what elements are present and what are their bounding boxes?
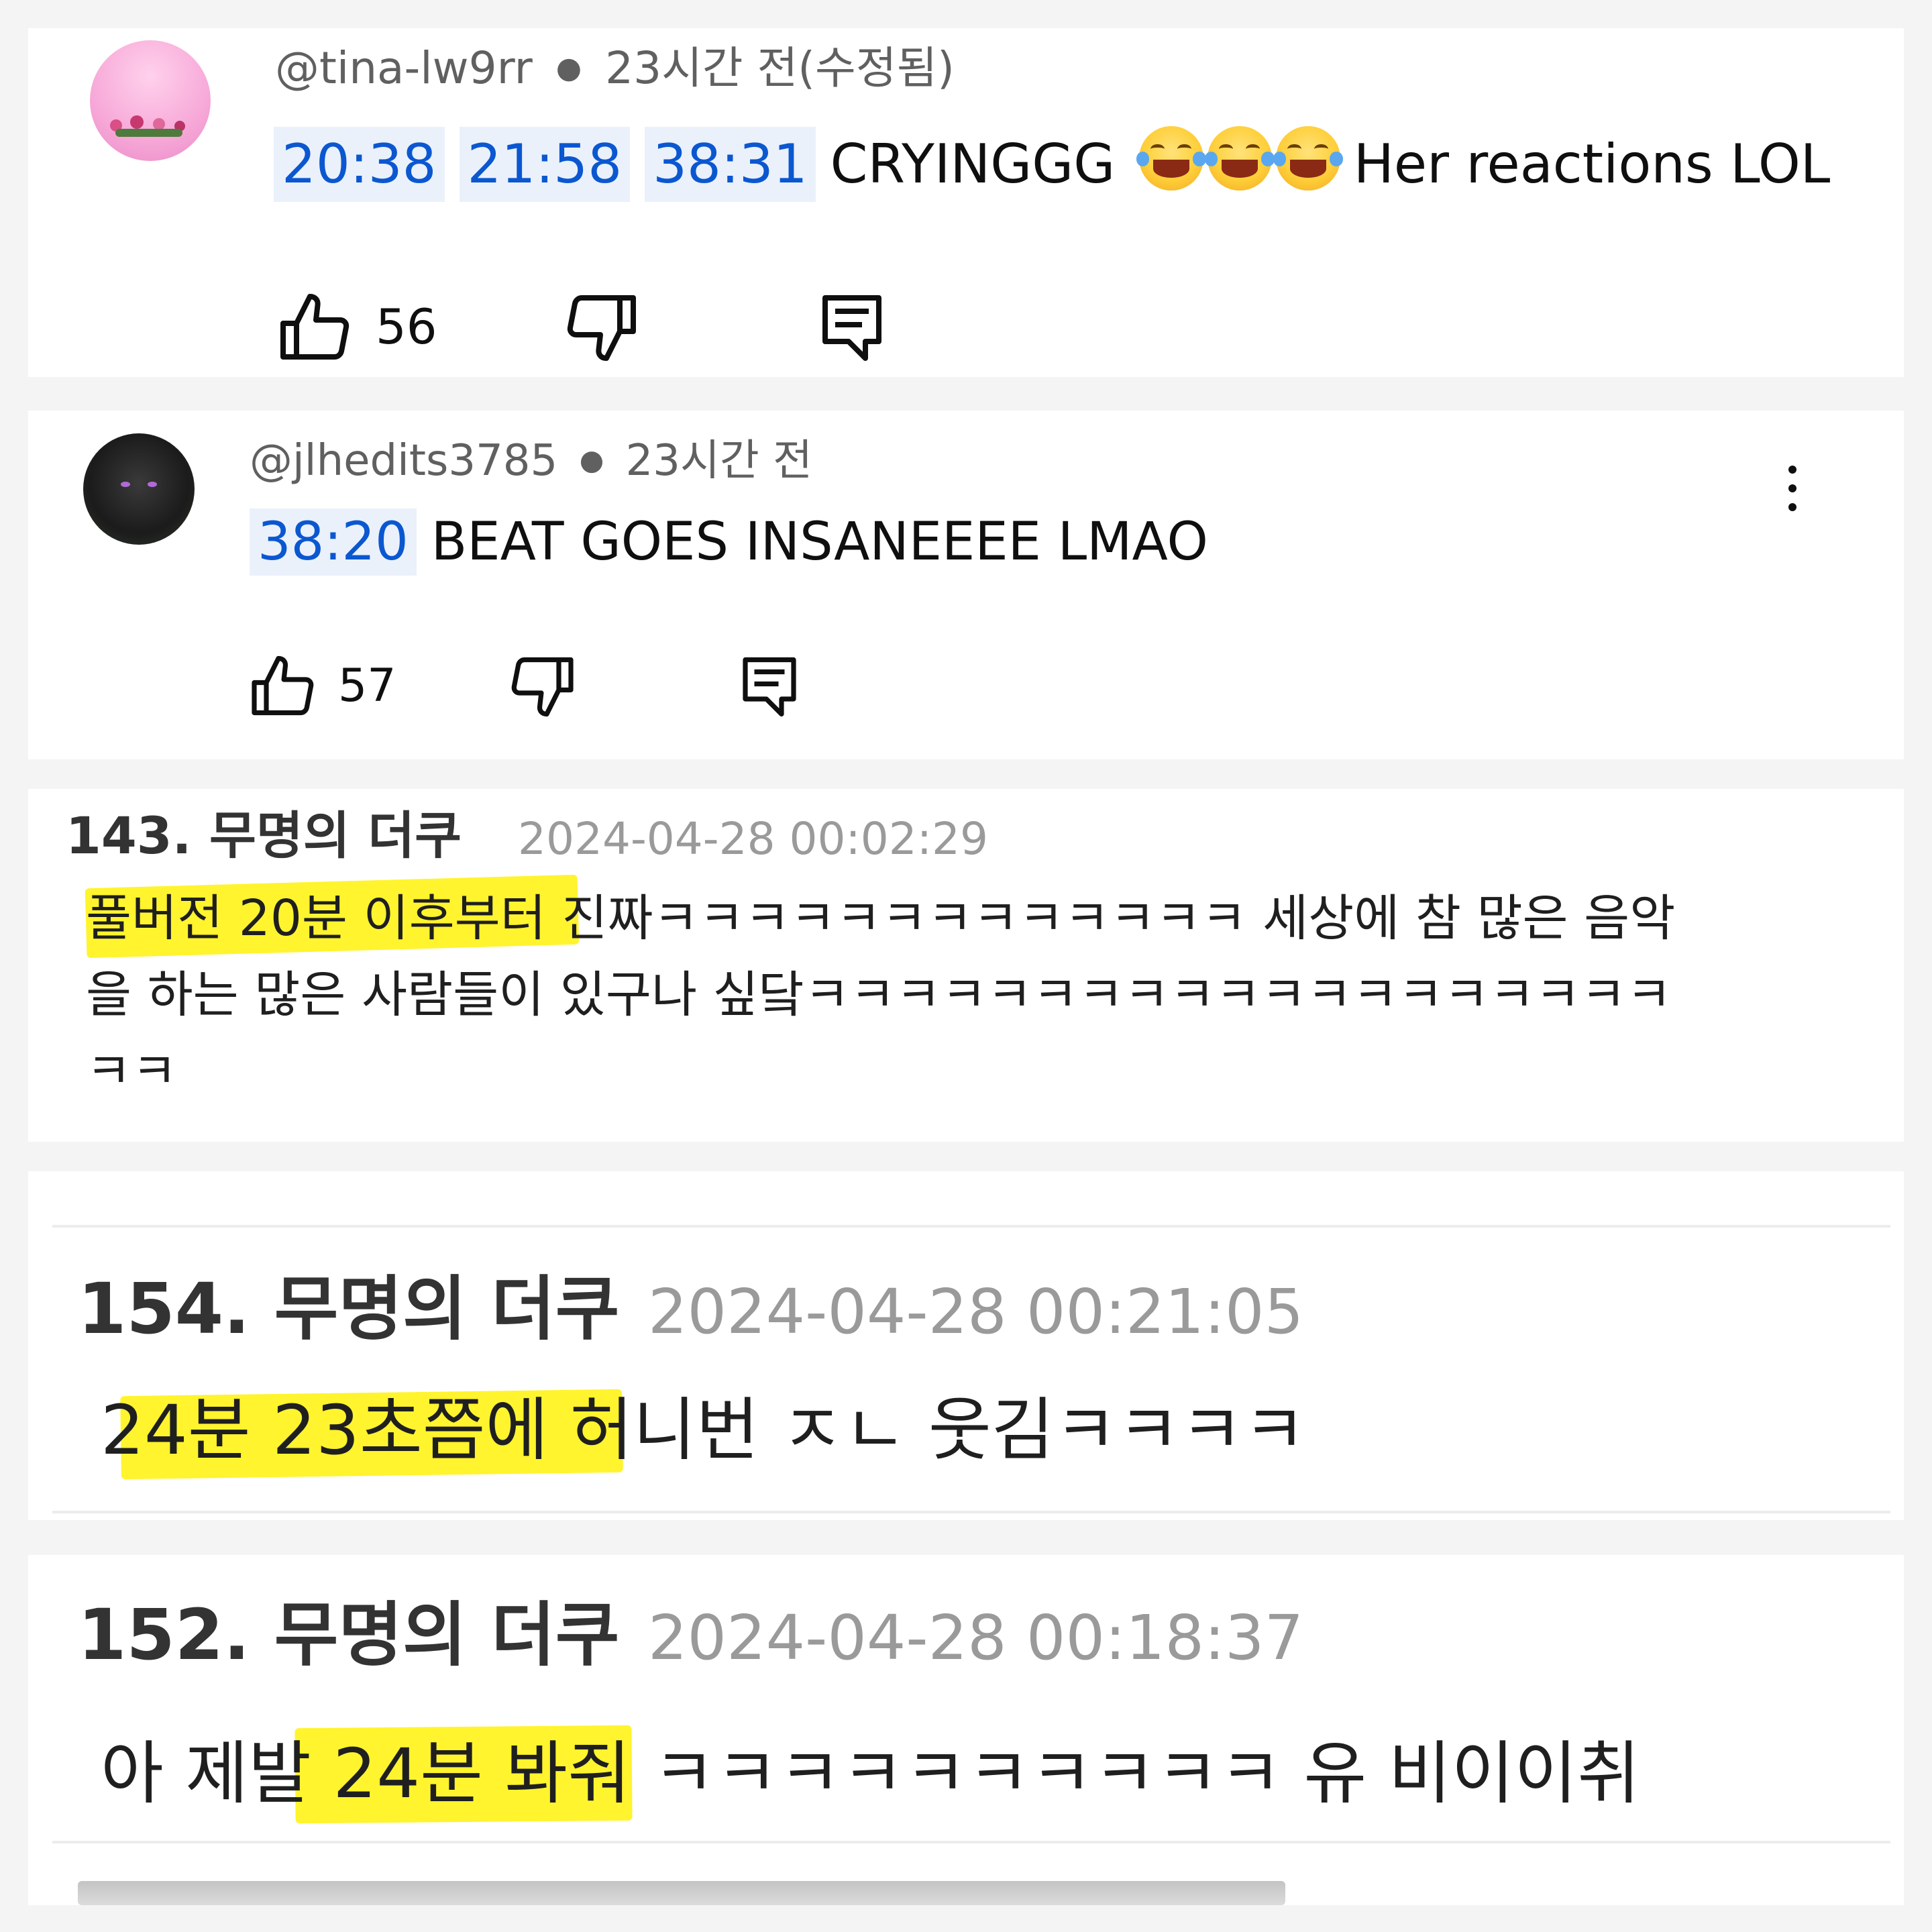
panther-eye [148, 482, 157, 487]
post-text: 24분 23초쯤에 허니번 ㅈㄴ 웃김ㅋㅋㅋㅋ [101, 1391, 1306, 1470]
dislike-icon[interactable] [559, 291, 640, 365]
comment-text-part: BEAT GOES INSANEEEE LMAO [431, 512, 1208, 572]
post-date: 2024-04-28 00:02:29 [518, 813, 988, 865]
comment-time: 23시간 전 [625, 436, 812, 486]
panther-eye [121, 482, 130, 487]
more-options-button[interactable] [1772, 458, 1813, 525]
post-line: 풀버전 20분 이후부터 진짜ㅋㅋㅋㅋㅋㅋㅋㅋㅋㅋㅋㅋㅋ 세상에 참 많은 음악 [86, 890, 1676, 947]
comment-header: @jlhedits3785 ● 23시간 전 [250, 433, 812, 488]
flower-decoration [110, 115, 191, 137]
forum-post-152: 152. 무명의 더쿠 2024-04-28 00:18:37 아 제발 24분… [28, 1555, 1904, 1905]
separator-dot: ● [555, 51, 582, 85]
like-icon[interactable] [248, 652, 321, 719]
post-text: 아 제발 24분 봐줘 ㅋㅋㅋㅋㅋㅋㅋㅋㅋㅋ 유 비이이취 [101, 1734, 1640, 1814]
reply-icon[interactable] [739, 653, 800, 720]
like-icon[interactable] [276, 290, 357, 364]
divider [52, 1225, 1890, 1228]
separator-dot: ● [579, 443, 604, 476]
comment-card-tina: @tina-lw9rr ● 23시간 전(수정됨) 20:38 21:58 38:3… [28, 28, 1904, 377]
timestamp-link[interactable]: 21:58 [459, 127, 631, 202]
divider [52, 1841, 1890, 1843]
next-post-peek [78, 1881, 1285, 1905]
avatar[interactable] [90, 40, 211, 161]
comment-text: 20:38 21:58 38:31 CRYINGGG Her reactions LO… [274, 126, 1830, 202]
kebab-dot [1788, 503, 1796, 511]
timestamp-link[interactable]: 20:38 [274, 127, 445, 202]
tears-of-joy-emoji [1136, 126, 1206, 191]
post-date: 2024-04-28 00:21:05 [648, 1276, 1304, 1348]
post-title: 154. 무명의 더쿠 [78, 1268, 620, 1350]
comment-time: 23시간 전(수정됨) [605, 42, 955, 94]
like-count: 57 [338, 659, 396, 712]
comment-text-part: Her reactions LOL [1353, 133, 1831, 195]
comment-header: @tina-lw9rr ● 23시간 전(수정됨) [275, 42, 955, 95]
forum-post-154: 154. 무명의 더쿠 2024-04-28 00:21:05 24분 23초쯤… [28, 1171, 1904, 1520]
comment-card-jlhedits: @jlhedits3785 ● 23시간 전 38:20 BEAT GOES IN… [28, 411, 1904, 759]
author-handle[interactable]: @tina-lw9rr [275, 42, 533, 94]
divider [52, 1511, 1890, 1513]
tears-of-joy-emoji [1273, 126, 1343, 191]
kebab-dot [1788, 484, 1796, 492]
post-line: ㅋㅋ [86, 1042, 178, 1100]
post-title: 152. 무명의 더쿠 [78, 1594, 620, 1676]
post-date: 2024-04-28 00:18:37 [648, 1602, 1304, 1674]
author-handle[interactable]: @jlhedits3785 [250, 436, 557, 486]
kebab-dot [1788, 466, 1796, 474]
timestamp-link[interactable]: 38:20 [250, 508, 417, 576]
tears-of-joy-emoji [1204, 126, 1275, 191]
reply-icon[interactable] [818, 291, 885, 365]
post-line: 을 하는 많은 사람들이 있구나 싶닼ㅋㅋㅋㅋㅋㅋㅋㅋㅋㅋㅋㅋㅋㅋㅋㅋㅋㅋㅋ [86, 966, 1672, 1024]
avatar[interactable] [83, 433, 195, 545]
forum-post-143: 143. 무명의 더쿠 2024-04-28 00:02:29 풀버전 20분 … [28, 789, 1904, 1142]
post-title: 143. 무명의 더쿠 [66, 806, 462, 865]
timestamp-link[interactable]: 38:31 [645, 127, 816, 202]
comment-text: 38:20 BEAT GOES INSANEEEE LMAO [250, 508, 1208, 576]
comment-text-part: CRYINGGG [830, 133, 1116, 195]
like-count: 56 [376, 299, 437, 355]
dislike-icon[interactable] [504, 653, 577, 720]
